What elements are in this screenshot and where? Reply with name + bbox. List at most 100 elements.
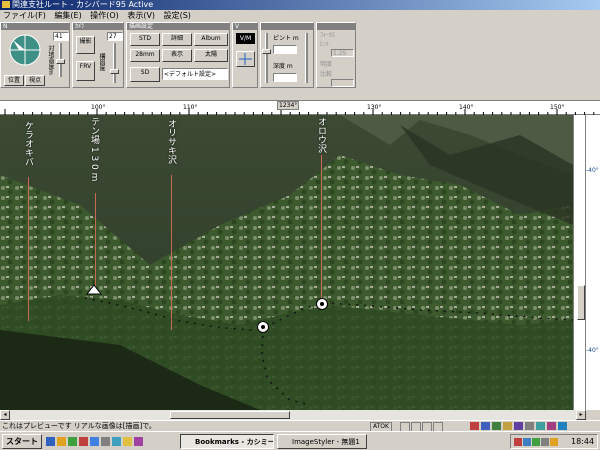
camera-slider-thumb[interactable] <box>110 69 119 74</box>
menu-settings[interactable]: 設定(S) <box>164 11 191 20</box>
vertical-scroll-track[interactable] <box>576 115 586 410</box>
ime-toolbar[interactable] <box>400 422 460 432</box>
depth-slider[interactable] <box>305 33 308 83</box>
tilt-slider-thumb[interactable] <box>56 59 65 64</box>
window-titlebar[interactable]: 関連支社ルート - カシバード95 Active <box>0 0 600 10</box>
menu-view[interactable]: 表示(V) <box>127 11 155 20</box>
task-bookmarks[interactable]: Bookmarks - カシミー… <box>180 434 274 449</box>
elevation-tick-upper: -40° <box>586 167 599 174</box>
waypoint-marker-2 <box>316 298 328 310</box>
ruler-tick-150: 150° <box>550 104 565 111</box>
focus-panel-head <box>317 23 355 30</box>
shoot-button-label: 撮影 <box>79 38 92 45</box>
render-panel-head: 描画設定 <box>127 23 229 30</box>
compare-label: 比較 <box>320 71 333 78</box>
hint-label: ﾋﾝﾄ <box>320 41 330 48</box>
sd-button[interactable]: SD <box>130 67 160 82</box>
scroll-right-button[interactable]: ▸ <box>576 410 586 420</box>
elevation-scale: -40° -40° <box>573 115 600 410</box>
tilt-readout: 41 <box>53 32 69 41</box>
vertical-scroll-thumb[interactable] <box>577 285 585 320</box>
vm-panel-head: V <box>233 23 257 30</box>
azimuth-ruler: 100° 110° 1234° 130° 140° 150° <box>0 101 600 115</box>
vm-label[interactable]: V/M <box>236 33 255 44</box>
terrain-3d-view[interactable]: ケラオキバ テン場 1 3 0 m オリサキ沢 オロウ沢 <box>0 115 573 410</box>
ruler-tick-140: 140° <box>459 104 474 111</box>
compare-field <box>331 79 354 87</box>
elevation-tick-lower: -40° <box>586 347 599 354</box>
clock: 18:44 <box>571 437 595 446</box>
camera-slider-label: 構図度 <box>98 53 105 71</box>
view-panel-head: N <box>1 23 69 30</box>
status-bar: これはプレビューです リアルな画像は[描画]で。 ATOK <box>0 420 600 432</box>
label-orisaki: オリサキ沢 <box>166 119 176 164</box>
quick-launch <box>46 435 176 448</box>
taskbar: スタート Bookmarks - カシミー… ImageStyler - 無題1… <box>0 431 600 450</box>
orou-line <box>321 155 322 305</box>
shoot-button[interactable]: 撮影 <box>76 36 95 54</box>
tray-icons[interactable] <box>514 438 566 447</box>
focus-distance-field[interactable] <box>273 45 297 54</box>
scroll-left-button[interactable]: ◂ <box>0 410 10 420</box>
label-orou: オロウ沢 <box>316 117 326 153</box>
detail-button[interactable]: 詳細 <box>162 33 192 46</box>
distance-panel-head <box>261 23 313 30</box>
start-button[interactable]: スタート <box>2 434 42 449</box>
frv-button-label: FRV <box>79 63 92 70</box>
distance-panel: ピント m 深度 m <box>260 22 314 88</box>
orisaki-line <box>171 175 172 330</box>
distance-slider-thumb[interactable] <box>262 49 271 54</box>
vm-panel: V V/M <box>232 22 258 88</box>
crosshair-icon <box>239 53 252 65</box>
lens-button[interactable]: 28mm <box>130 49 160 62</box>
frv-button[interactable]: FRV <box>76 61 95 81</box>
ruler-tick-100: 100° <box>91 104 106 111</box>
system-tray: 18:44 <box>510 434 598 449</box>
sun-button[interactable]: 太陽 <box>194 49 228 62</box>
focus-panel: ﾌｫｰｶｽ ﾋﾝﾄ 1.25 明度 比較 <box>316 22 356 88</box>
horizontal-scrollbar[interactable]: ◂ ▸ <box>0 410 586 420</box>
window-title: 関連支社ルート - カシバード95 Active <box>12 0 154 9</box>
app-icon <box>2 1 10 8</box>
menu-operation[interactable]: 操作(O) <box>90 11 119 20</box>
album-button[interactable]: Album <box>194 33 228 46</box>
toolbar-bottom-band <box>0 89 600 101</box>
focus-value: 1.25 <box>331 49 354 57</box>
distance-slider[interactable] <box>265 33 268 83</box>
menu-bar: ファイル(F) 編集(E) 操作(O) 表示(V) 設定(S) <box>0 10 600 21</box>
task-imagestyler[interactable]: ImageStyler - 無題1 <box>277 434 367 449</box>
ruler-ticks <box>4 109 595 115</box>
compass-icon[interactable] <box>5 32 45 68</box>
focus-distance-label: ピント m <box>273 35 299 42</box>
std-button[interactable]: STD <box>130 33 160 46</box>
camera-panel: ｶﾒﾗ 27 撮影 FRV 構図度 <box>72 22 124 88</box>
position-button[interactable]: 位置 <box>4 75 24 86</box>
start-label: スタート <box>6 437 38 446</box>
camera-slider[interactable] <box>113 43 116 83</box>
render-panel: 描画設定 STD 詳細 Album 28mm 表示 太陽 SD <デフォルト設定… <box>126 22 230 88</box>
menu-file[interactable]: ファイル(F) <box>3 11 46 20</box>
tent-icon <box>86 284 102 295</box>
label-tenba: テン場 1 3 0 m <box>89 117 99 182</box>
depth-field[interactable] <box>273 73 297 82</box>
ruler-current-heading: 1234° <box>277 101 300 110</box>
default-setting-select[interactable]: <デフォルト設定> <box>162 68 228 80</box>
label-keraokiba: ケラオキバ <box>23 121 33 166</box>
camera-readout: 27 <box>107 32 123 41</box>
tool-icon-strip[interactable] <box>470 422 598 431</box>
view-panel: N 41 対地高度m 位置 視点 <box>0 22 70 88</box>
tenba-line <box>95 193 96 293</box>
viewpoint-button[interactable]: 視点 <box>25 75 45 86</box>
ruler-tick-110: 110° <box>183 104 198 111</box>
terrain-render <box>0 115 573 410</box>
depth-label: 深度 m <box>273 63 293 70</box>
vm-target-button[interactable] <box>236 51 255 67</box>
display-button[interactable]: 表示 <box>162 49 192 62</box>
keraokiba-line <box>28 177 29 321</box>
camera-panel-head: ｶﾒﾗ <box>73 23 123 30</box>
ruler-tick-130: 130° <box>367 104 382 111</box>
waypoint-marker-1 <box>257 321 269 333</box>
status-text: これはプレビューです リアルな画像は[描画]で。 <box>2 422 156 430</box>
menu-edit[interactable]: 編集(E) <box>54 11 81 20</box>
horizontal-scroll-thumb[interactable] <box>170 411 290 419</box>
